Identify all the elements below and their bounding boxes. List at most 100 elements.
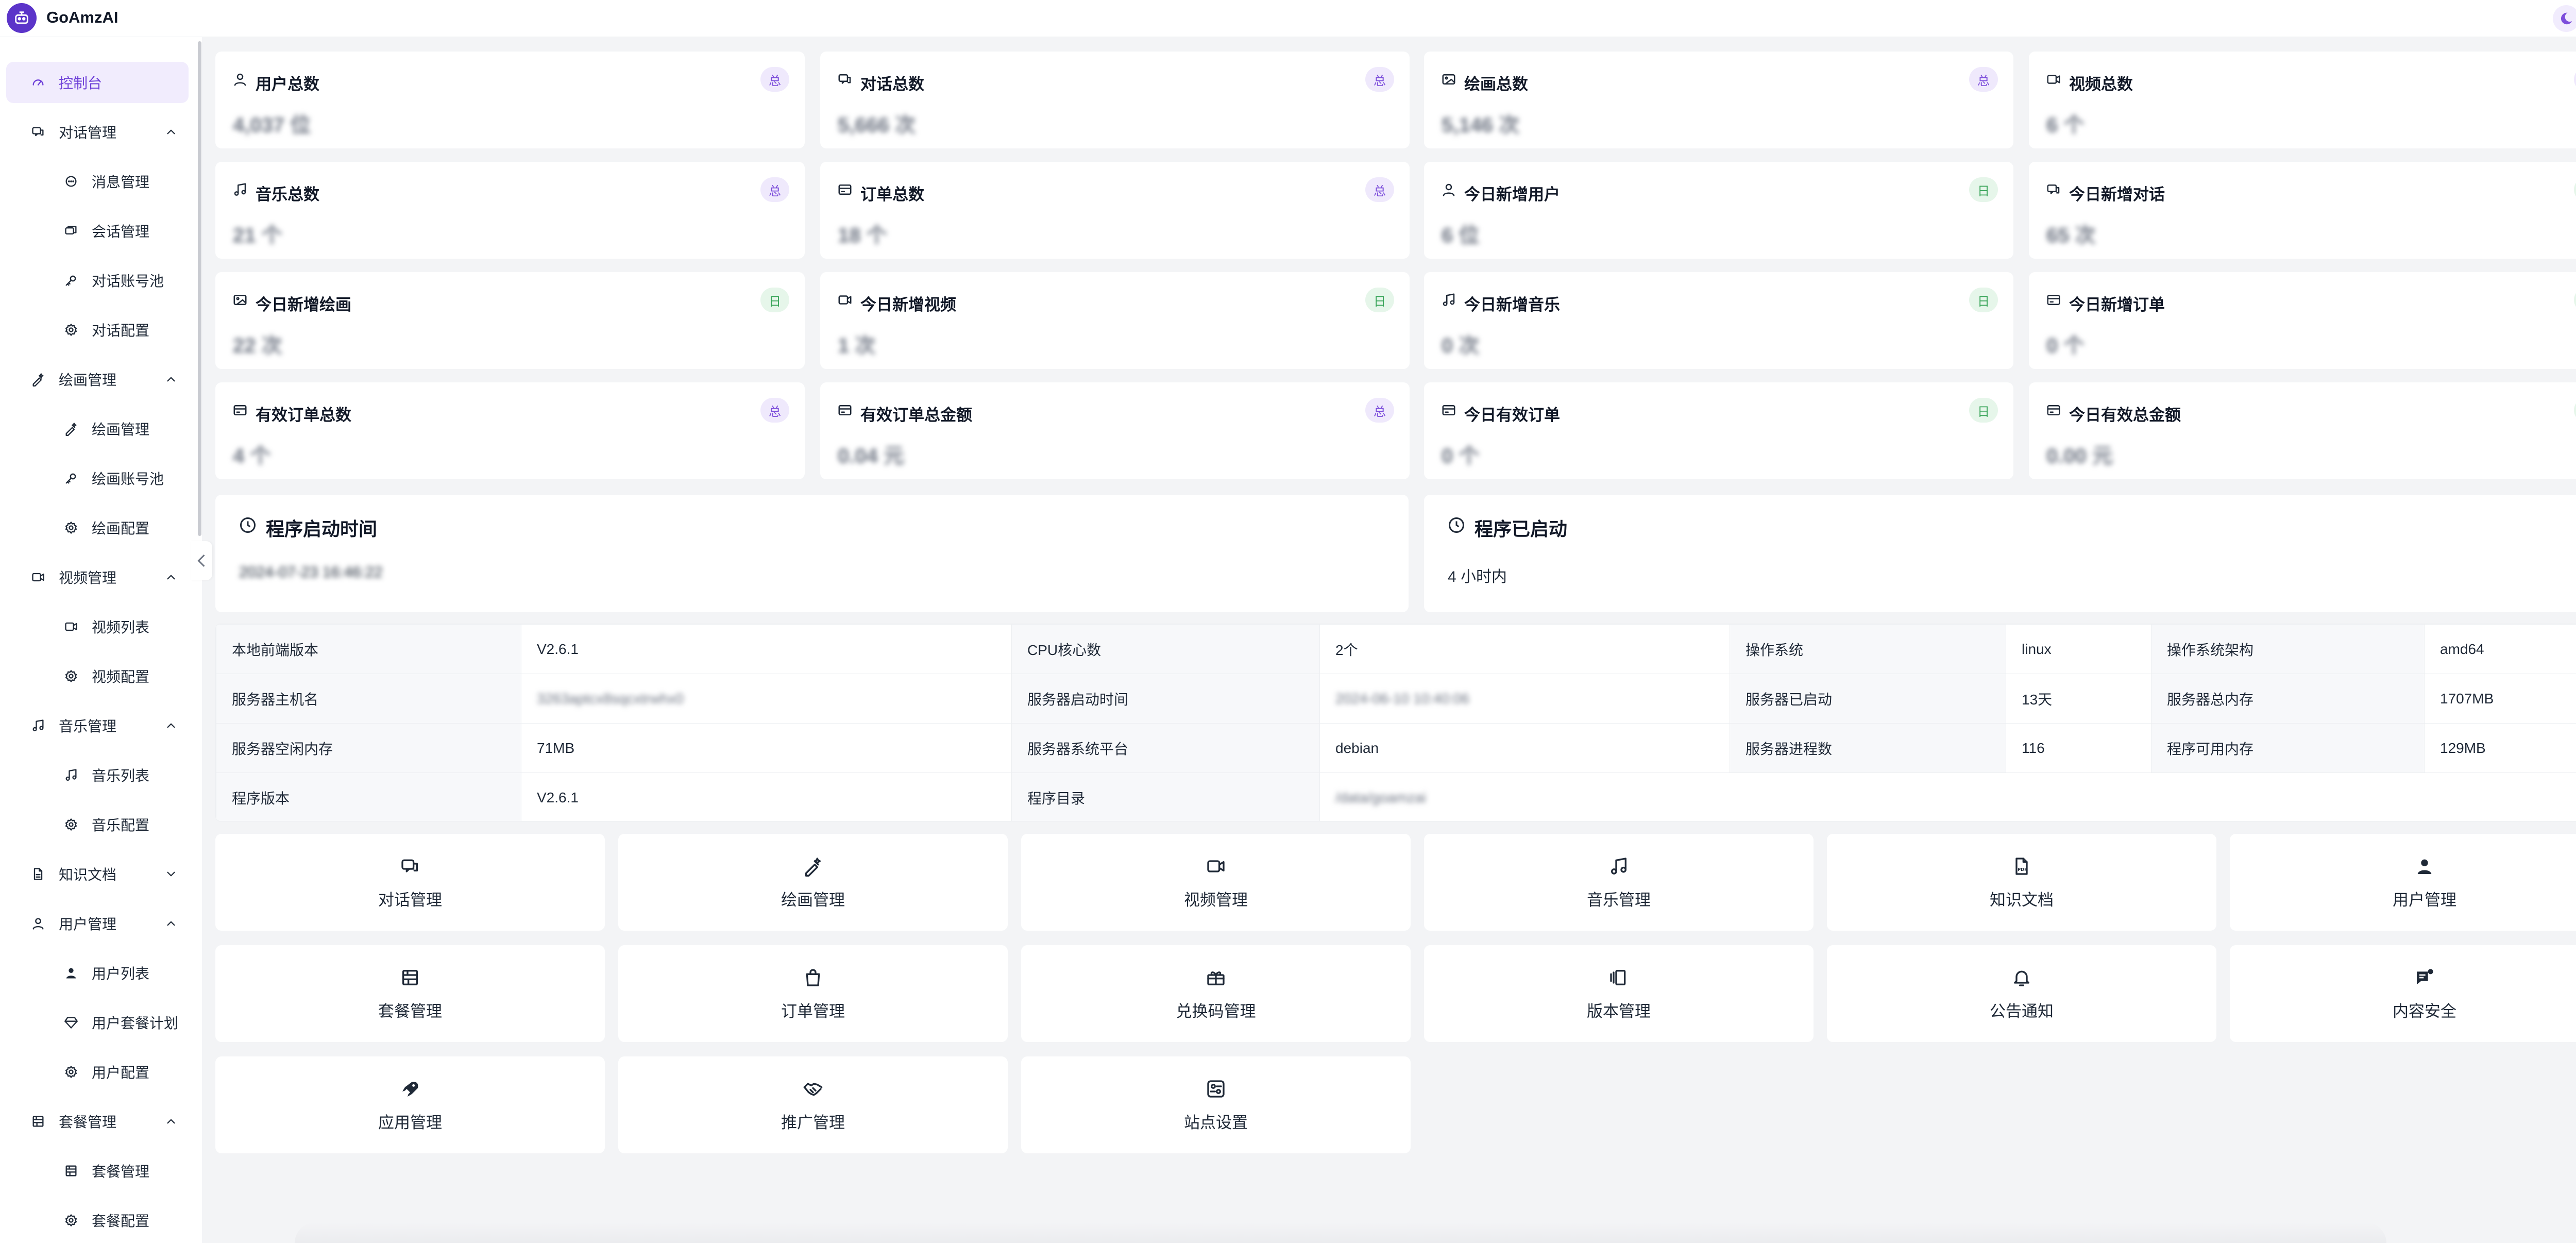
sidebar-item-label: 用户配置: [92, 1065, 150, 1081]
sidebar-item-14[interactable]: 音乐列表: [6, 754, 189, 796]
sidebar-item-label: 绘画配置: [92, 520, 150, 536]
chevron-up-icon[interactable]: [164, 125, 178, 139]
shortcut-tile[interactable]: PDF 知识文档: [1827, 834, 2216, 931]
sidebar-item-label: 对话配置: [92, 323, 150, 339]
sidebar-item-22[interactable]: 套餐管理: [6, 1150, 189, 1191]
image-icon: [232, 292, 248, 308]
gear-icon: [64, 817, 78, 832]
info-value: /data/goamzai: [1319, 772, 2576, 821]
stat-value: 0 个: [2046, 334, 2084, 357]
sidebar-group-10[interactable]: 视频管理: [6, 557, 189, 598]
stat-badge: 总: [1365, 67, 1394, 92]
sidebar-item-9[interactable]: 绘画配置: [6, 507, 189, 548]
table-row: 本地前端版本 V2.6.1 CPU核心数 2个 操作系统 linux 操作系统架构 amd64: [216, 624, 2576, 674]
shortcut-tile[interactable]: 兑换码管理: [1021, 945, 1411, 1042]
chevron-up-icon[interactable]: [164, 718, 178, 733]
sidebar-item-4[interactable]: 对话账号池: [6, 260, 189, 301]
shortcut-tile[interactable]: 版本管理: [1424, 945, 1814, 1042]
sidebar-group-13[interactable]: 音乐管理: [6, 705, 189, 746]
sidebar-item-label: 音乐管理: [59, 718, 117, 734]
handshake-icon: [802, 1078, 824, 1100]
stat-card: 今日新增用户 日 6 位: [1424, 162, 2013, 259]
info-value: 2个: [1319, 624, 1730, 674]
sidebar-group-17[interactable]: 用户管理: [6, 903, 189, 944]
info-value: debian: [1319, 723, 1730, 773]
chevron-up-icon[interactable]: [164, 570, 178, 584]
shortcut-tile[interactable]: 公告通知: [1827, 945, 2216, 1042]
info-value: 2024-06-10 10:40:06: [1319, 674, 1730, 724]
video-icon: [31, 570, 45, 584]
stat-title: 有效订单总金额: [860, 406, 972, 424]
stat-card: 订单总数 总 18 个: [820, 162, 1410, 259]
chat-icon: [837, 71, 853, 88]
stat-badge: 总: [760, 398, 789, 423]
stat-value: 21 个: [233, 224, 282, 247]
shortcut-tile[interactable]: 站点设置: [1021, 1056, 1411, 1153]
shortcut-tile[interactable]: 用户管理: [2230, 834, 2576, 931]
sidebar-group-1[interactable]: 对话管理: [6, 111, 189, 153]
info-label: 程序可用内存: [2151, 723, 2425, 773]
bell-icon: [2010, 966, 2033, 989]
sidebar-item-23[interactable]: 套餐配置: [6, 1200, 189, 1241]
sidebar-item-7[interactable]: 绘画管理: [6, 408, 189, 449]
shortcut-tile[interactable]: 应用管理: [215, 1056, 605, 1153]
sidebar-group-6[interactable]: 绘画管理: [6, 359, 189, 400]
theme-toggle-button[interactable]: [2553, 5, 2576, 32]
image-icon: [1440, 71, 1457, 88]
chevron-up-icon[interactable]: [164, 1114, 178, 1129]
chevron-down-icon[interactable]: [164, 867, 178, 881]
gear-icon: [64, 323, 78, 337]
sidebar-group-21[interactable]: 套餐管理: [6, 1101, 189, 1142]
music-icon: [232, 181, 248, 198]
sidebar-group-0[interactable]: 控制台: [6, 62, 189, 103]
stat-badge: 总: [1969, 67, 1998, 92]
shield-chat-icon: [2413, 966, 2436, 989]
stat-title: 视频总数: [2069, 75, 2133, 93]
sidebar-scrollbar[interactable]: [198, 41, 201, 536]
dashboard-icon: [31, 75, 45, 90]
chevron-up-icon[interactable]: [164, 916, 178, 931]
program-start-time-card: 程序启动时间 2024-07-23 16:46:22: [215, 495, 1409, 612]
shortcut-tile[interactable]: 订单管理: [618, 945, 1008, 1042]
sidebar-item-2[interactable]: 消息管理: [6, 161, 189, 202]
shortcut-tile[interactable]: 绘画管理: [618, 834, 1008, 931]
shortcut-label: 套餐管理: [378, 1002, 442, 1020]
info-label: 服务器进程数: [1730, 723, 2006, 773]
stat-title: 今日新增绘画: [256, 296, 351, 314]
stat-value: 0.00 元: [2046, 445, 2113, 467]
paint-icon: [31, 372, 45, 387]
info-label: 程序版本: [216, 772, 521, 821]
app-logo[interactable]: [7, 3, 37, 33]
sidebar-item-5[interactable]: 对话配置: [6, 309, 189, 350]
program-running-title: 程序已启动: [1475, 518, 1568, 540]
sidebar-item-12[interactable]: 视频配置: [6, 656, 189, 697]
sidebar-item-label: 视频配置: [92, 669, 150, 685]
shortcut-tile[interactable]: 推广管理: [618, 1056, 1008, 1153]
user-icon: [232, 71, 248, 88]
shortcut-label: 对话管理: [378, 891, 442, 909]
info-value: V2.6.1: [521, 772, 1012, 821]
sidebar-group-16[interactable]: 知识文档: [6, 853, 189, 895]
shortcut-tile[interactable]: 视频管理: [1021, 834, 1411, 931]
sidebar-item-label: 绘画管理: [92, 422, 150, 438]
chevron-up-icon[interactable]: [164, 372, 178, 387]
shortcut-label: 版本管理: [1587, 1002, 1651, 1020]
stat-value: 18 个: [838, 224, 887, 247]
sidebar-item-20[interactable]: 用户配置: [6, 1051, 189, 1093]
sidebar-item-11[interactable]: 视频列表: [6, 606, 189, 647]
stat-card: 今日有效订单 日 0 个: [1424, 382, 2013, 479]
stat-value: 22 次: [233, 334, 282, 357]
shortcut-tile[interactable]: 内容安全: [2230, 945, 2576, 1042]
sidebar-item-label: 套餐管理: [59, 1114, 117, 1130]
sidebar-item-15[interactable]: 音乐配置: [6, 804, 189, 845]
sidebar-item-8[interactable]: 绘画账号池: [6, 458, 189, 499]
shortcut-label: 音乐管理: [1587, 891, 1651, 909]
sidebar-item-3[interactable]: 会话管理: [6, 210, 189, 251]
stat-value: 5,666 次: [838, 114, 916, 137]
shortcut-tile[interactable]: 套餐管理: [215, 945, 605, 1042]
shortcut-tile[interactable]: 对话管理: [215, 834, 605, 931]
sidebar-item-18[interactable]: 用户列表: [6, 952, 189, 994]
stat-badge: 总: [1365, 177, 1394, 202]
sidebar-item-19[interactable]: 用户套餐计划: [6, 1002, 189, 1043]
shortcut-tile[interactable]: 音乐管理: [1424, 834, 1814, 931]
